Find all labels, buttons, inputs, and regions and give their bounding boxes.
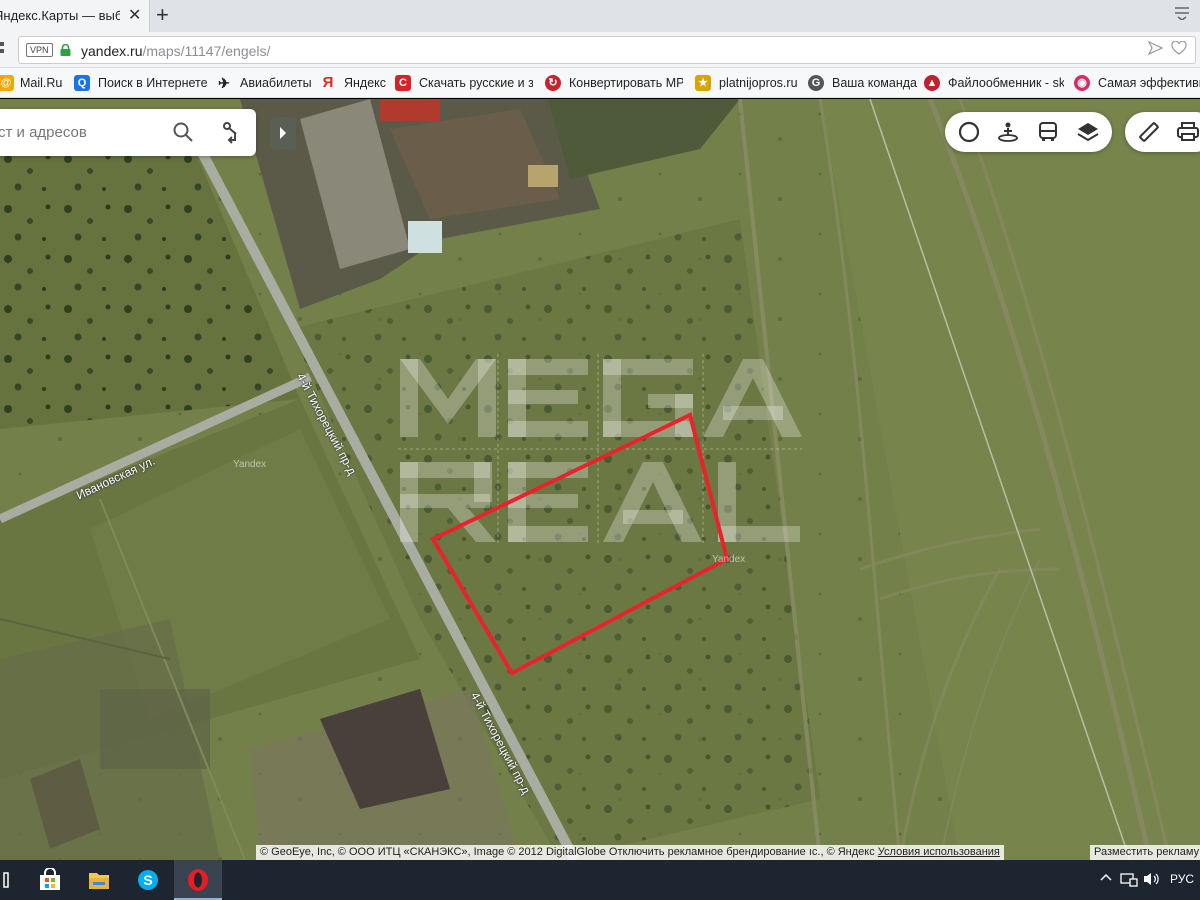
sidebar-toggle-button[interactable] [270,117,296,149]
task-view-icon[interactable] [0,860,26,900]
bookmark-convert[interactable]: ↻ Конвертировать MP [545,68,683,97]
heart-icon[interactable] [1171,40,1187,55]
lock-icon [60,44,71,56]
opera-icon[interactable] [174,860,222,900]
bookmark-effective[interactable]: ◉ Самая эффективна [1074,68,1200,97]
map-tools-group [1125,112,1200,152]
search-input[interactable] [0,109,160,156]
bookmark-label: Mail.Ru [20,76,63,90]
url-text[interactable]: yandex.ru/maps/11147/engels/ [81,43,270,59]
layers-icon[interactable] [1076,120,1100,144]
language-indicator[interactable]: РУС [1170,872,1194,886]
panorama-icon[interactable] [996,120,1020,144]
platnijopros-icon: ★ [695,75,711,91]
tab-menu-icon[interactable] [1174,6,1190,25]
address-bar: VPN yandex.ru/maps/11147/engels/ [0,32,1200,68]
bookmark-label: Поиск в Интернете [98,76,208,90]
bookmark-fileshare[interactable]: ▲ Файлообменник - sk [924,68,1064,97]
convert-icon: ↻ [545,75,561,91]
search-icon[interactable] [172,121,194,143]
bookmark-label: Файлообменник - sk [948,76,1064,90]
map-attribution: © GeoEye, Inc, © ООО ИТЦ «СКАНЭКС», Imag… [256,845,1004,860]
store-icon[interactable] [26,860,74,900]
new-tab-button[interactable]: + [156,3,169,27]
skype-icon[interactable]: S [124,860,172,900]
vpn-badge[interactable]: VPN [26,43,53,57]
explorer-icon[interactable] [75,860,123,900]
yandex-watermark: Yandex [712,554,746,565]
route-icon[interactable] [220,120,244,144]
url-host: yandex.ru [81,43,143,59]
bookmarks-bar: @ Mail.Ru Q Поиск в Интернете ✈ Авиабиле… [0,68,1200,98]
url-path: /maps/11147/engels/ [142,43,271,59]
send-icon[interactable] [1147,40,1164,56]
tab-bar: Яндекс.Карты — выбирай ✕ + [0,0,1200,32]
tab-close-icon[interactable]: ✕ [128,0,141,32]
bookmark-label: Конвертировать MP [569,76,683,90]
download-c-icon: C [395,75,411,91]
bookmark-label: Скачать русские и за [419,76,533,90]
mailru-icon: @ [0,75,14,91]
svg-text:S: S [143,872,152,888]
yandex-icon: Я [322,74,334,91]
url-field[interactable]: VPN yandex.ru/maps/11147/engels/ [18,36,1196,64]
bookmark-download[interactable]: C Скачать русские и за [395,68,533,97]
network-icon[interactable] [1120,871,1138,890]
volume-icon[interactable] [1142,871,1160,890]
bookmark-label: platnijopros.ru [719,76,798,90]
bookmark-label: Авиабилеты [240,76,312,90]
team-g-icon: G [808,75,824,91]
bookmark-label: Яндекс [344,76,387,90]
transport-icon[interactable] [1036,120,1060,144]
speed-dial-icon[interactable] [0,41,10,58]
browser-tab[interactable]: Яндекс.Карты — выбирай ✕ [0,0,150,32]
url-actions [1147,40,1187,59]
fileshare-icon: ▲ [924,75,940,91]
yandex-watermark: Yandex [233,459,267,470]
bookmark-label: Самая эффективна [1098,76,1200,90]
effective-icon: ◉ [1074,75,1090,91]
traffic-icon[interactable] [957,120,981,144]
ruler-icon[interactable] [1137,120,1161,144]
tab-title: Яндекс.Карты — выбирай [0,8,120,23]
satellite-map[interactable]: Ивановская ул. 4-й Тихорецкий пр-д 4-й Т… [0,99,1200,860]
attribution-text: © GeoEye, Inc, © ООО ИТЦ «СКАНЭКС», Imag… [260,846,875,858]
chevron-right-icon [280,127,286,139]
windows-taskbar: S РУС [0,860,1200,900]
bookmark-label: Ваша команда [832,76,917,90]
plot-outline [430,412,730,676]
terms-link[interactable]: Условия использования [878,846,1000,858]
advertise-link[interactable]: Разместить рекламу [1090,845,1200,860]
print-icon[interactable] [1176,120,1200,144]
chevron-up-icon[interactable] [1100,871,1112,885]
map-search-box [0,109,256,156]
map-controls-group [945,112,1112,152]
search-q-icon: Q [74,75,90,91]
plane-icon: ✈ [218,75,230,91]
